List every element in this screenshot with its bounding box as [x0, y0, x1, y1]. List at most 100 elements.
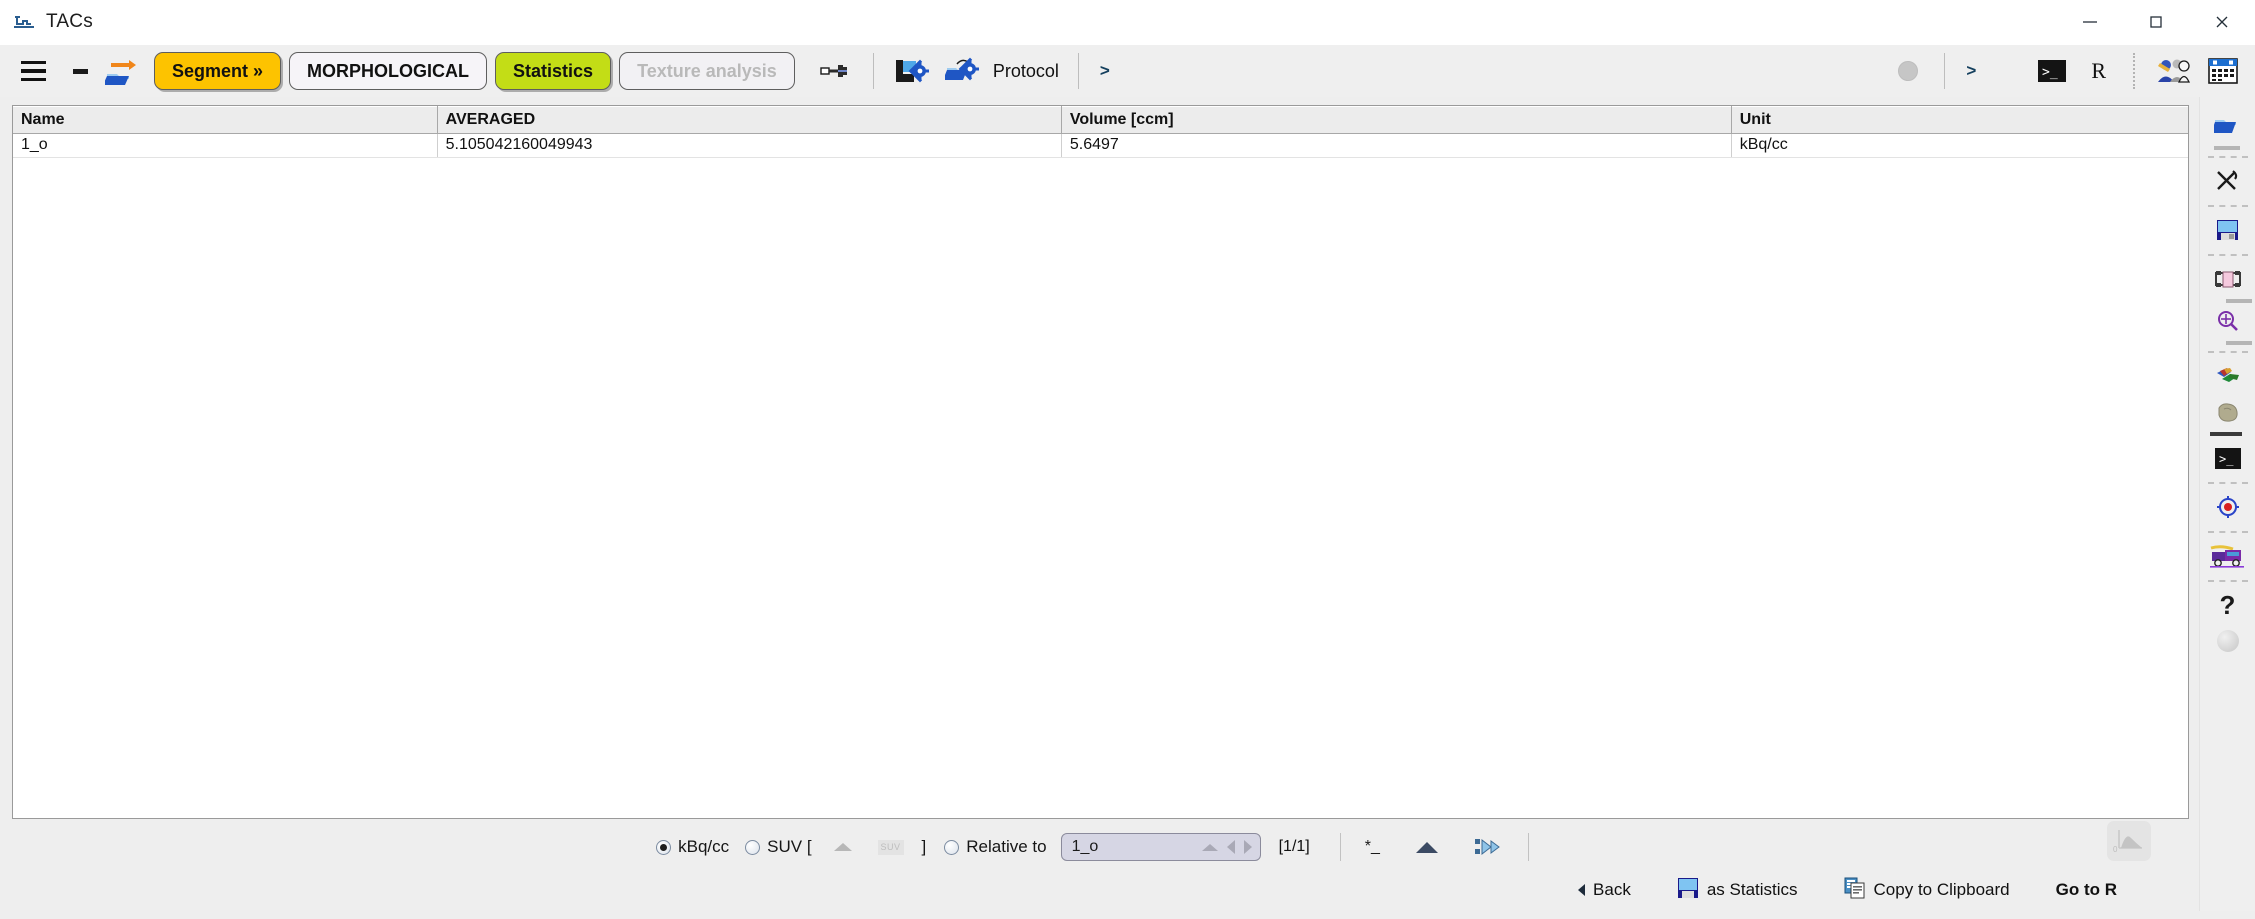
minimize-dash-icon[interactable]	[66, 55, 94, 87]
svg-text:>_: >_	[2042, 65, 2058, 80]
column-header-name[interactable]: Name	[13, 106, 438, 134]
save-protocol-icon[interactable]	[892, 52, 932, 90]
action-row: Back as Statistics Copy to Clipboard Go …	[0, 869, 2199, 911]
table-empty-area	[13, 158, 2188, 818]
segment-button[interactable]: Segment »	[154, 52, 282, 90]
cell-averaged: 5.105042160049943	[437, 133, 1062, 158]
rail-divider-7	[2207, 580, 2248, 582]
right-tool-rail: >_ ?	[2199, 97, 2255, 911]
help-question-icon[interactable]: ?	[2206, 588, 2250, 622]
toolbar-separator-4	[2133, 53, 2135, 89]
sphere-icon[interactable]	[2206, 624, 2250, 658]
scissors-cut-icon[interactable]	[2206, 164, 2250, 198]
maximize-button[interactable]	[2123, 0, 2189, 44]
open-folder-arrow-icon[interactable]	[102, 52, 142, 90]
close-button[interactable]	[2189, 0, 2255, 44]
rail-dash-2	[2226, 299, 2252, 303]
table-row[interactable]: 1_o 5.105042160049943 5.6497 kBq/cc	[13, 133, 2188, 158]
stone-texture-icon[interactable]	[2206, 395, 2250, 429]
cell-unit: kBq/cc	[1731, 133, 2188, 158]
copy-clipboard-icon	[1844, 877, 1866, 904]
title-bar: TACs	[0, 0, 2255, 45]
export-arrow-icon[interactable]	[1469, 828, 1509, 866]
terminal-icon[interactable]: >_	[2206, 441, 2250, 475]
rail-dash-3	[2226, 341, 2252, 345]
paint-brush-icon[interactable]	[2206, 359, 2250, 393]
column-header-volume[interactable]: Volume [ccm]	[1061, 106, 1732, 134]
window-title: TACs	[46, 11, 93, 32]
suv-unit-box: SUV	[877, 839, 904, 855]
statistics-table: Name AVERAGED Volume [ccm] Unit 1_o 5.10…	[13, 106, 2188, 158]
copy-to-clipboard-button[interactable]: Copy to Clipboard	[1844, 877, 2010, 904]
chevron-right-icon-2[interactable]: >	[1966, 61, 1976, 81]
column-header-averaged[interactable]: AVERAGED	[437, 106, 1062, 134]
center-column: Name AVERAGED Volume [ccm] Unit 1_o 5.10…	[0, 97, 2199, 911]
save-as-statistics-button[interactable]: as Statistics	[1677, 877, 1798, 904]
hamburger-menu-icon[interactable]	[14, 52, 52, 90]
rail-divider-3	[2207, 254, 2248, 256]
toolbar-separator-2	[1077, 53, 1079, 89]
rail-dash-1	[2214, 146, 2240, 150]
protocol-label[interactable]: Protocol	[993, 61, 1059, 82]
calendar-icon[interactable]	[2203, 52, 2243, 90]
combo-prev-arrow-icon[interactable]	[1226, 840, 1235, 854]
minimize-button[interactable]	[2057, 0, 2123, 44]
go-to-r-label: Go to R	[2055, 880, 2117, 899]
suv-spinner-up-icon[interactable]	[833, 843, 852, 851]
triangle-up-icon[interactable]	[1415, 841, 1438, 853]
rail-divider-4	[2207, 351, 2248, 353]
svg-text:>_: >_	[2219, 452, 2234, 466]
copy-to-clipboard-label: Copy to Clipboard	[1873, 880, 2010, 899]
control-separator-1	[1339, 833, 1341, 861]
control-separator-2	[1527, 833, 1529, 861]
zoom-in-icon[interactable]	[2206, 304, 2250, 338]
fire-truck-icon[interactable]	[2206, 539, 2250, 573]
rail-divider-6	[2207, 531, 2248, 533]
tac-chart-icon	[12, 10, 36, 34]
go-to-r-button[interactable]: Go to R	[2056, 880, 2117, 900]
histogram-chart-icon: 0	[2107, 821, 2151, 861]
page-indicator: [1/1]	[1278, 838, 1310, 855]
rename-pattern-button[interactable]: *_	[1365, 839, 1380, 855]
users-config-icon[interactable]	[2153, 52, 2193, 90]
gray-disc-icon[interactable]	[1898, 61, 1919, 81]
save-floppy-icon	[1677, 877, 1699, 904]
label-suv: SUV [	[767, 837, 812, 856]
label-relative-to: Relative to	[966, 837, 1047, 856]
rail-divider-2	[2207, 205, 2248, 207]
combo-next-arrow-icon[interactable]	[1243, 840, 1252, 854]
radio-relative-to[interactable]	[944, 839, 960, 855]
bottom-controls: kBq/cc SUV [ SUV ] Relative to 1_o [1/1]…	[0, 819, 2199, 911]
relative-to-value: 1_o	[1071, 838, 1099, 855]
target-icon[interactable]	[2206, 490, 2250, 524]
toolbar-separator-3	[1944, 53, 1946, 89]
combo-up-arrow-icon[interactable]	[1201, 843, 1218, 851]
tacs-window: TACs Segment » MORPHOLOGICAL Statistics …	[0, 0, 2255, 919]
print-icon[interactable]	[2206, 262, 2250, 296]
save-floppy-icon[interactable]	[2206, 213, 2250, 247]
back-button[interactable]: Back	[1578, 880, 1631, 900]
toolbar-separator	[872, 53, 874, 89]
chevron-right-icon[interactable]: >	[1100, 61, 1110, 81]
rail-divider-5	[2207, 482, 2248, 484]
main-toolbar: Segment » MORPHOLOGICAL Statistics Textu…	[0, 45, 2255, 97]
load-protocol-icon[interactable]	[942, 52, 982, 90]
morphological-button[interactable]: MORPHOLOGICAL	[289, 52, 488, 90]
r-label[interactable]: R	[2091, 58, 2106, 84]
window-footer	[0, 911, 2255, 919]
combo-arrows	[1201, 840, 1252, 854]
terminal-icon[interactable]: >_	[2032, 52, 2072, 90]
column-header-unit[interactable]: Unit	[1731, 106, 2188, 134]
statistics-button[interactable]: Statistics	[495, 52, 612, 90]
texture-analysis-button: Texture analysis	[619, 52, 795, 90]
radio-suv[interactable]	[745, 839, 761, 855]
cell-volume: 5.6497	[1061, 133, 1732, 158]
open-folder-icon[interactable]	[2206, 109, 2250, 143]
unit-selector-row: kBq/cc SUV [ SUV ] Relative to 1_o [1/1]…	[0, 821, 2199, 869]
radio-kbq-cc[interactable]	[656, 839, 672, 855]
statistics-table-panel: Name AVERAGED Volume [ccm] Unit 1_o 5.10…	[12, 105, 2189, 819]
wrench-tool-icon[interactable]	[815, 52, 855, 90]
bracket-close: ]	[921, 837, 927, 856]
relative-to-combo[interactable]: 1_o	[1060, 833, 1261, 861]
back-arrow-icon	[1578, 884, 1586, 896]
